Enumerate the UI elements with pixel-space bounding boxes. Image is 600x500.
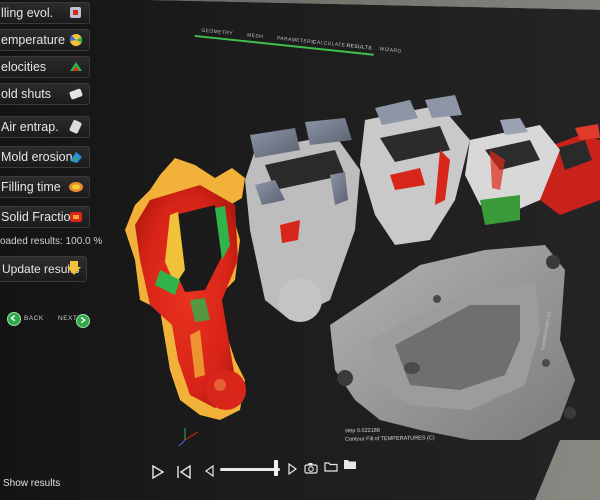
menu-velocities[interactable]: elocities [0,56,90,78]
back-button[interactable] [7,312,21,326]
menu-solid-fraction[interactable]: Solid Fraction [0,206,90,228]
menu-label: emperature [1,33,65,47]
menu-label: Solid Fraction [1,210,78,224]
tab-wizard[interactable]: WIZARD [379,46,402,54]
menu-filling-time[interactable]: Filling time [0,176,90,198]
volume-icon[interactable] [204,465,214,477]
menu-cold-shuts[interactable]: old shuts [0,83,90,105]
menu-label: Mold erosion [1,150,73,164]
camera-icon[interactable] [304,462,318,474]
folder-open-icon[interactable] [324,460,338,472]
filling-evolution-icon [70,7,81,18]
timeline-slider-handle[interactable] [273,460,278,476]
menu-label: old shuts [1,87,52,101]
solid-fraction-icon [70,212,82,222]
play-icon[interactable] [152,465,164,479]
chevron-right-icon [80,317,86,324]
download-arrow-icon [67,261,81,275]
menu-temperature[interactable]: emperature [0,29,90,51]
casting-part-hot [125,158,246,420]
timeline-slider[interactable] [220,468,280,471]
step-readout: step 0.022188 [344,427,380,435]
tab-results[interactable]: RESULTS [346,43,372,52]
tab-mesh[interactable]: MESH [247,32,264,40]
chevron-left-icon [10,315,16,322]
forward-icon[interactable] [288,463,298,475]
casting-part-2 [245,118,360,322]
menu-filling-evolution[interactable]: lling evol. [0,2,90,24]
update-results-button[interactable]: Update results [0,256,87,282]
mold-erosion-icon [70,152,82,163]
temperature-icon [70,34,82,46]
show-results-text[interactable]: Show results [3,478,60,489]
next-button[interactable] [76,314,90,328]
cold-shuts-icon [69,88,83,100]
menu-mold-erosion[interactable]: Mold erosion [0,146,90,168]
menu-air-entrapment[interactable]: Air entrap. [0,116,90,138]
casting-part-4 [465,118,560,225]
menu-label: elocities [1,60,47,74]
menu-label: lling evol. [1,6,54,20]
velocities-icon [70,62,82,71]
menu-label: Filling time [1,180,61,194]
air-entrapment-icon [69,120,82,134]
folder-icon[interactable] [343,458,357,470]
casting-part-grey-large [330,245,576,440]
back-label[interactable]: BACK [24,315,44,322]
menu-label: Air entrap. [1,120,59,134]
next-label[interactable]: NEXT [58,315,77,322]
rewind-icon[interactable] [176,465,192,479]
loaded-results-text: oaded results: 100.0 % [0,236,103,247]
axis-triad [178,428,199,447]
filling-time-icon [69,182,83,192]
